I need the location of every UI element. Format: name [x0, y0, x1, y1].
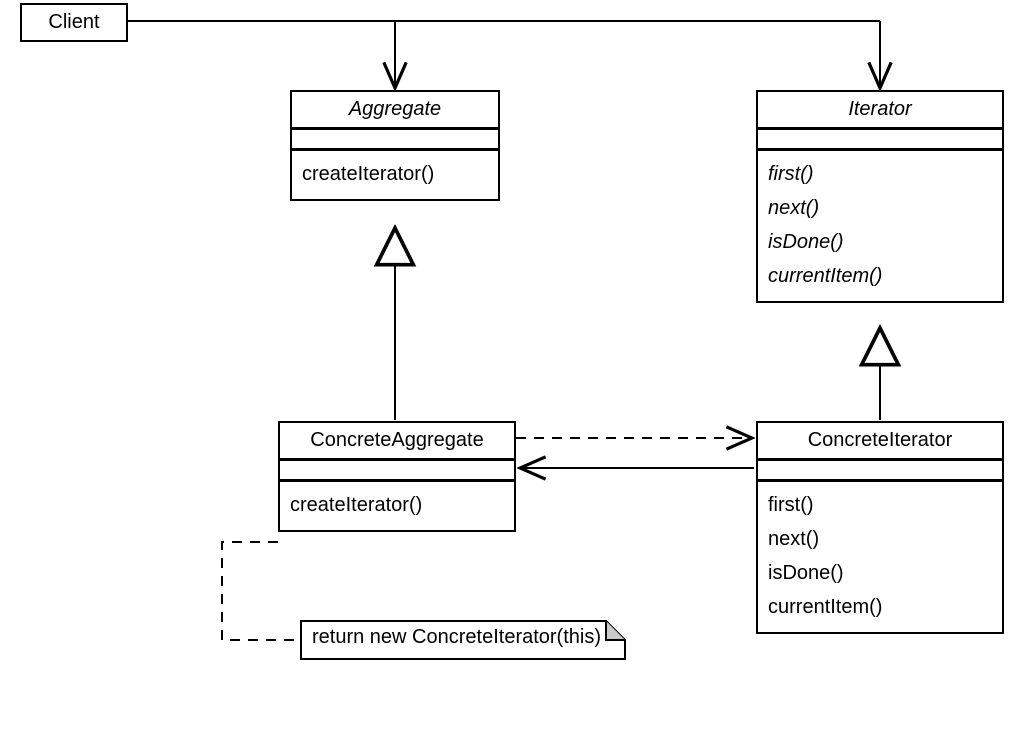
class-iterator: Iterator first() next() isDone() current…	[756, 90, 1004, 303]
iterator-op-first: first()	[768, 157, 992, 191]
class-concrete-iterator: ConcreteIterator first() next() isDone()…	[756, 421, 1004, 634]
iterator-op-next: next()	[768, 191, 992, 225]
aggregate-name: Aggregate	[292, 92, 498, 127]
uml-diagram: { "client": { "label": "Client" }, "aggr…	[0, 0, 1024, 731]
concrete-aggregate-name: ConcreteAggregate	[280, 423, 514, 458]
iterator-op-isDone: isDone()	[768, 225, 992, 259]
concrete-iterator-op-first: first()	[768, 488, 992, 522]
class-aggregate: Aggregate createIterator()	[290, 90, 500, 201]
iterator-name: Iterator	[758, 92, 1002, 127]
class-client: Client	[20, 3, 128, 42]
iterator-op-currentItem: currentItem()	[768, 259, 992, 293]
client-label: Client	[48, 11, 99, 33]
note-text: return new ConcreteIterator(this)	[312, 626, 601, 648]
concrete-iterator-op-next: next()	[768, 522, 992, 556]
note-return-iterator: return new ConcreteIterator(this)	[300, 620, 626, 660]
concrete-aggregate-op-createIterator: createIterator()	[290, 488, 504, 522]
class-concrete-aggregate: ConcreteAggregate createIterator()	[278, 421, 516, 532]
concrete-iterator-name: ConcreteIterator	[758, 423, 1002, 458]
concrete-iterator-op-isDone: isDone()	[768, 556, 992, 590]
aggregate-op-createIterator: createIterator()	[302, 157, 488, 191]
concrete-iterator-op-currentItem: currentItem()	[768, 590, 992, 624]
